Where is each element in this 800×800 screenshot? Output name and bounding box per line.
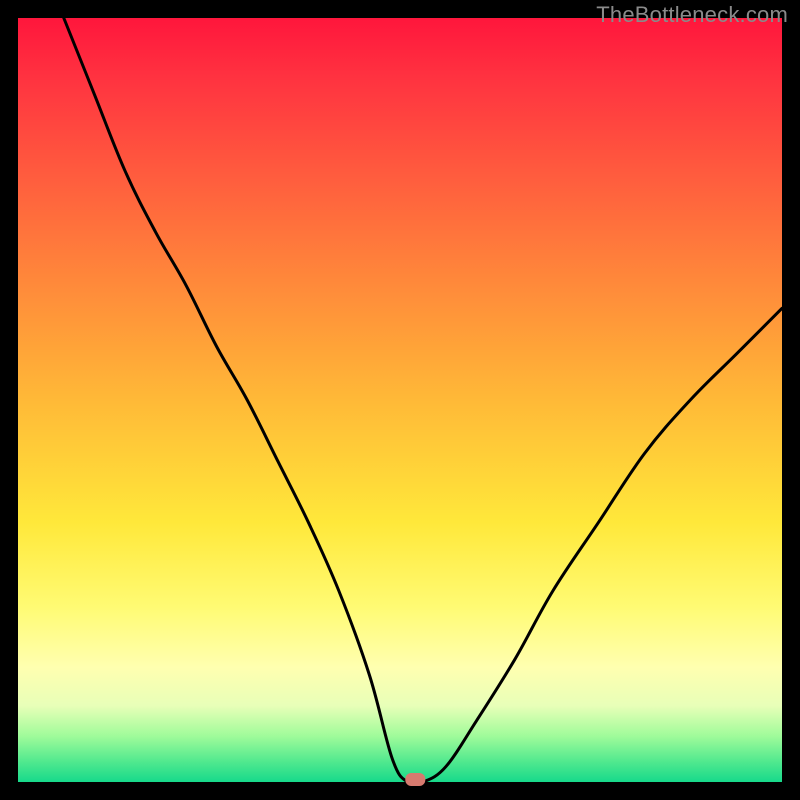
minimum-marker bbox=[405, 773, 425, 786]
chart-plot-area bbox=[18, 18, 782, 782]
chart-svg bbox=[18, 18, 782, 782]
watermark-text: TheBottleneck.com bbox=[596, 2, 788, 28]
chart-frame: TheBottleneck.com bbox=[0, 0, 800, 800]
bottleneck-curve bbox=[64, 18, 782, 785]
